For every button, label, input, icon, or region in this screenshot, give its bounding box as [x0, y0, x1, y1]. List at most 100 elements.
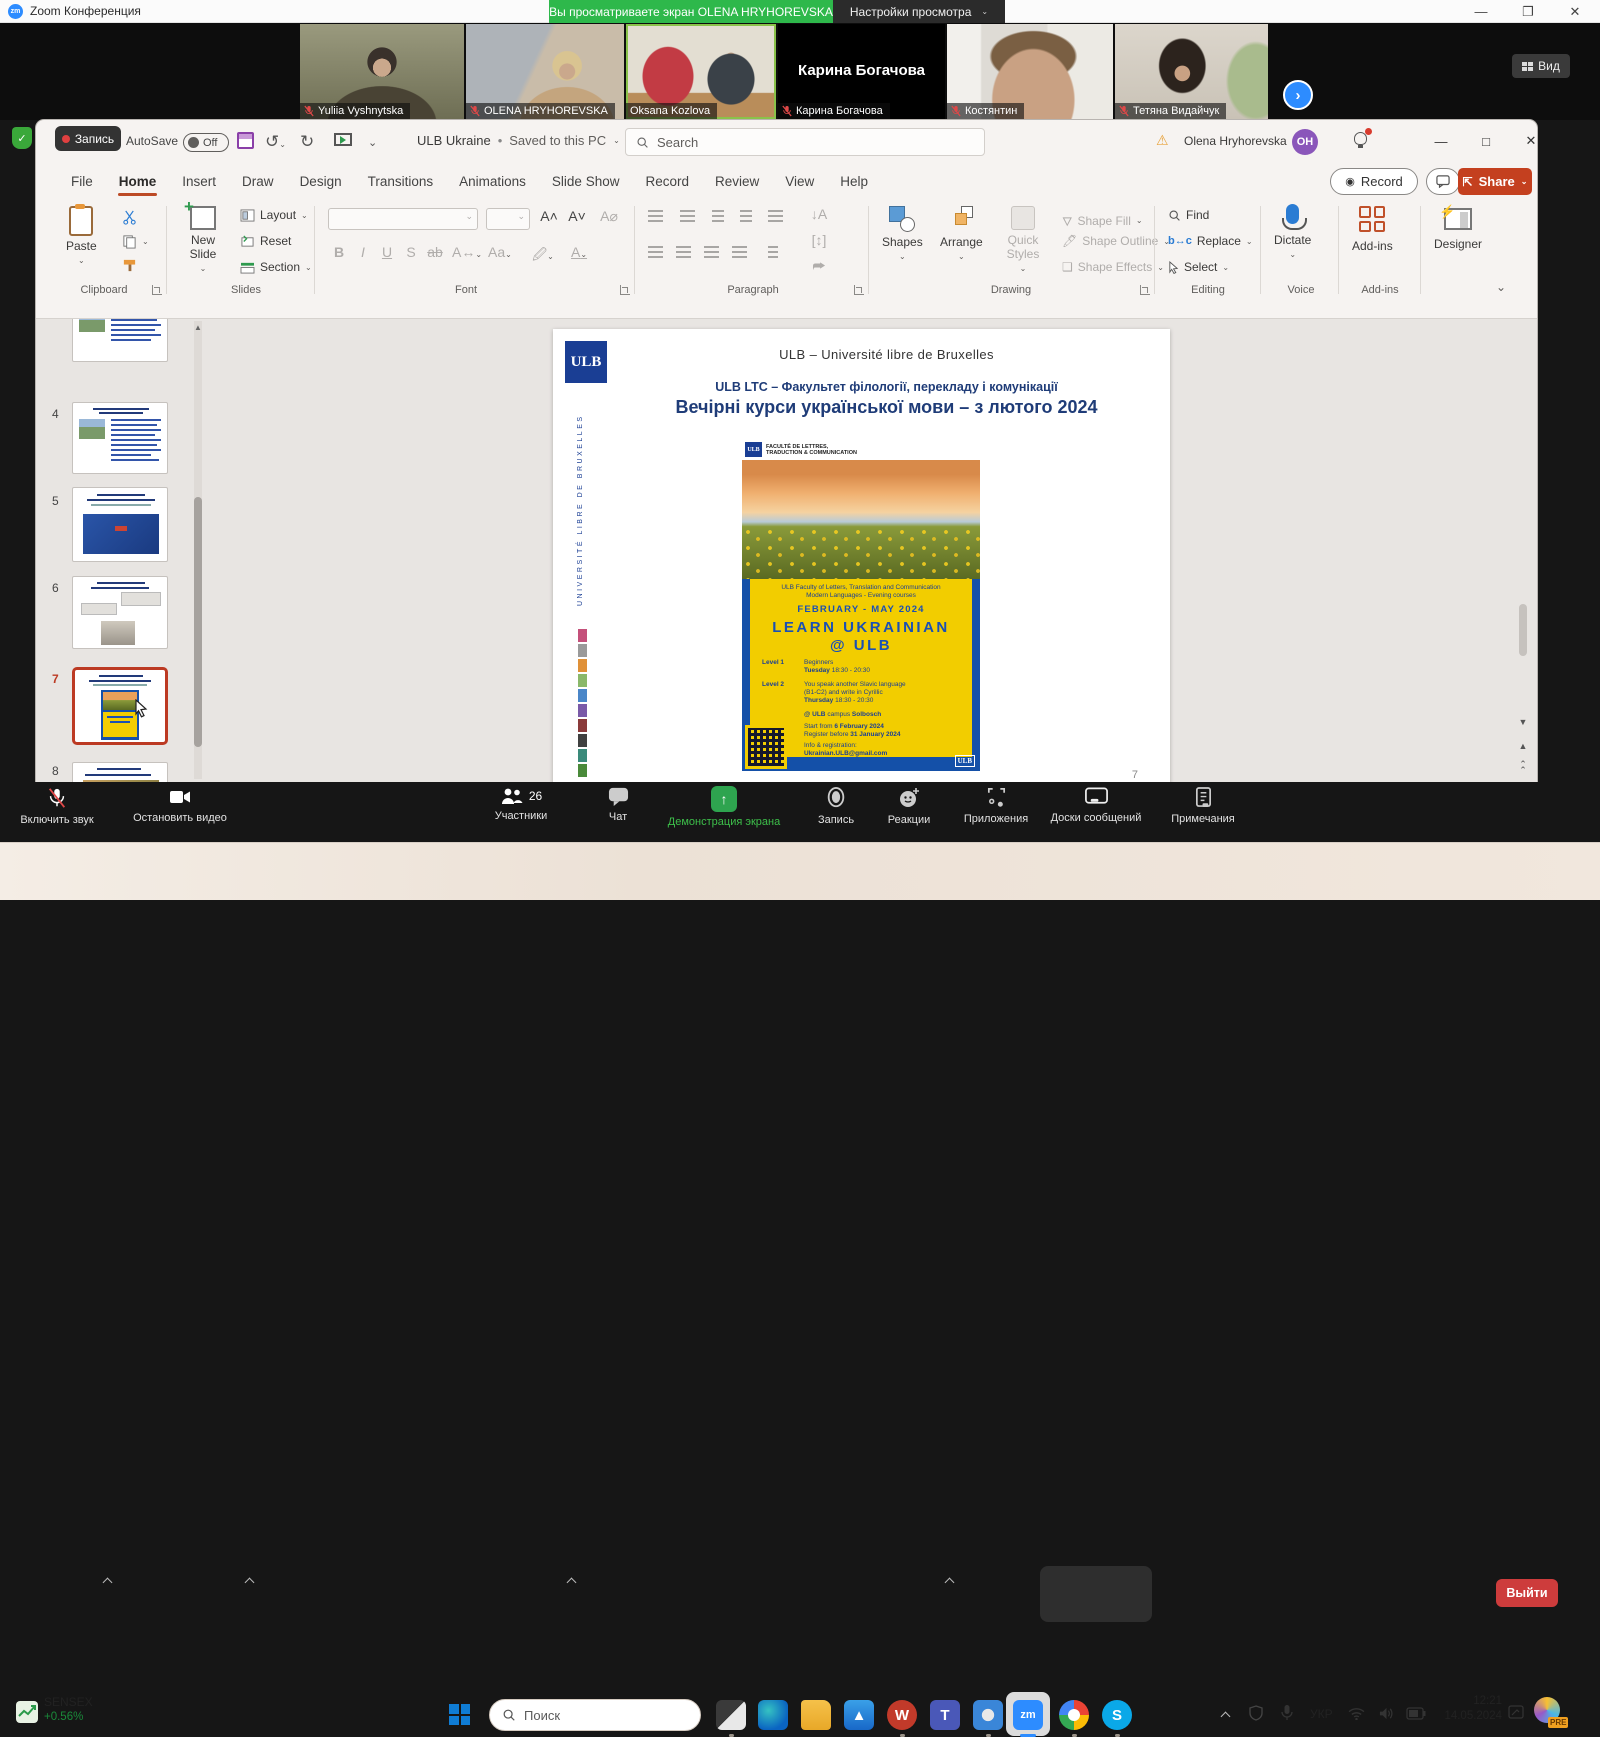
- start-slideshow-icon[interactable]: [334, 133, 352, 146]
- stop-video-button[interactable]: Остановить видео: [120, 786, 240, 824]
- video-tile-karina[interactable]: Карина Богачова Карина Богачова: [778, 24, 945, 119]
- tab-slideshow[interactable]: Slide Show: [539, 167, 633, 196]
- clock[interactable]: 12:21 14.05.2024: [1432, 1694, 1502, 1724]
- tab-animations[interactable]: Animations: [446, 167, 539, 196]
- font-size-combo[interactable]: [486, 208, 530, 230]
- account-name[interactable]: Olena Hryhorevska: [1184, 134, 1287, 148]
- start-button[interactable]: [449, 1704, 470, 1725]
- reactions-button[interactable]: Реакции: [876, 786, 942, 826]
- unmute-button[interactable]: Включить звук: [14, 786, 100, 826]
- reset-button[interactable]: Reset: [240, 234, 291, 248]
- tab-transitions[interactable]: Transitions: [355, 167, 447, 196]
- notification-center-icon[interactable]: [1508, 1704, 1524, 1720]
- align-right-button[interactable]: [704, 246, 719, 258]
- ppt-minimize-button[interactable]: —: [1425, 128, 1457, 154]
- arrange-button[interactable]: Arrange⌄: [940, 206, 983, 261]
- undo-icon[interactable]: ↺⌄: [265, 132, 286, 152]
- shapes-button[interactable]: Shapes⌄: [882, 206, 923, 261]
- avatar[interactable]: OH: [1292, 129, 1318, 155]
- tray-secure-icon[interactable]: [1248, 1705, 1264, 1721]
- clear-formatting-button[interactable]: A⌀: [598, 208, 620, 225]
- slide-thumbnail-5[interactable]: [72, 487, 168, 562]
- reactions-options-chevron[interactable]: [946, 1577, 954, 1585]
- paste-button[interactable]: Paste⌄: [66, 206, 97, 265]
- highlight-color-button[interactable]: 🖉⌄: [532, 244, 554, 268]
- close-button[interactable]: ✕: [1558, 2, 1592, 21]
- shrink-font-button[interactable]: A˅: [566, 208, 588, 224]
- italic-button[interactable]: I: [352, 244, 374, 260]
- slide-thumbnail-6[interactable]: [72, 576, 168, 649]
- replace-button[interactable]: b↔c Replace⌄: [1168, 234, 1253, 248]
- shape-effects-button[interactable]: ❑Shape Effects⌄: [1062, 260, 1164, 274]
- bold-button[interactable]: B: [328, 244, 350, 260]
- video-tile-tetiana[interactable]: Тетяна Видайчук: [1115, 24, 1268, 119]
- next-slide-button[interactable]: ⌃⌃: [1517, 761, 1529, 773]
- mail-app-icon[interactable]: ▲: [844, 1700, 874, 1730]
- chrome-icon[interactable]: [1059, 1700, 1089, 1730]
- video-tile-oksana[interactable]: Oksana Kozlova: [626, 24, 776, 119]
- ppt-close-button[interactable]: ✕: [1515, 128, 1547, 154]
- participants-options-chevron[interactable]: [568, 1577, 576, 1585]
- ppt-maximize-button[interactable]: □: [1470, 128, 1502, 154]
- numbering-button[interactable]: [680, 210, 695, 222]
- battery-icon[interactable]: [1406, 1707, 1426, 1720]
- shape-fill-button[interactable]: 🜄Shape Fill⌄: [1062, 208, 1143, 233]
- section-button[interactable]: Section⌄: [240, 260, 312, 274]
- taskbar-search[interactable]: Поиск: [489, 1699, 701, 1731]
- tray-mic-icon[interactable]: [1280, 1704, 1294, 1722]
- tab-design[interactable]: Design: [287, 167, 355, 196]
- notes-button[interactable]: Примечания: [1158, 786, 1248, 825]
- file-explorer-icon[interactable]: [801, 1700, 831, 1730]
- minimize-button[interactable]: —: [1464, 2, 1498, 21]
- smartart-button[interactable]: ⮫: [808, 258, 830, 275]
- slide-thumbnail-8[interactable]: [72, 762, 168, 782]
- line-spacing-button[interactable]: [768, 210, 783, 222]
- slide-thumbnail-4[interactable]: [72, 402, 168, 474]
- customize-qat-icon[interactable]: ⌄: [368, 136, 377, 149]
- tab-view[interactable]: View: [772, 167, 827, 196]
- format-painter-button[interactable]: [122, 258, 137, 273]
- tab-record[interactable]: Record: [632, 167, 702, 196]
- view-button[interactable]: Вид: [1512, 54, 1570, 78]
- view-settings-button[interactable]: Настройки просмотра⌄: [833, 0, 1005, 23]
- clipboard-dialog-launcher[interactable]: [152, 285, 162, 295]
- addins-button[interactable]: Add-ins: [1352, 206, 1393, 253]
- font-name-combo[interactable]: [328, 208, 478, 230]
- redo-icon[interactable]: ↻: [300, 132, 314, 152]
- font-dialog-launcher[interactable]: [620, 285, 630, 295]
- document-title[interactable]: ULB Ukraine • Saved to this PC ⌄: [417, 133, 620, 148]
- search-box[interactable]: Search: [625, 128, 985, 156]
- skype-icon[interactable]: S: [1102, 1700, 1132, 1730]
- share-button[interactable]: ⇱Share⌄: [1458, 168, 1532, 195]
- align-center-button[interactable]: [676, 246, 691, 258]
- tab-draw[interactable]: Draw: [229, 167, 287, 196]
- warning-icon[interactable]: ⚠: [1156, 132, 1169, 149]
- align-text-button[interactable]: [↕]: [808, 232, 830, 248]
- notepad-app-icon[interactable]: [716, 1700, 746, 1730]
- shadow-button[interactable]: S: [400, 244, 422, 260]
- tab-home[interactable]: Home: [106, 167, 170, 196]
- record-meeting-button[interactable]: Запись: [806, 786, 866, 826]
- audio-options-chevron[interactable]: [104, 1577, 112, 1585]
- browser-globe-icon[interactable]: [973, 1700, 1003, 1730]
- participants-button[interactable]: 26 Участники: [478, 786, 564, 822]
- font-color-button[interactable]: A⌄: [568, 244, 590, 260]
- save-icon[interactable]: [237, 132, 254, 149]
- chat-button[interactable]: Чат: [588, 786, 648, 823]
- bullets-button[interactable]: [648, 210, 663, 222]
- whiteboards-button[interactable]: Доски сообщений: [1048, 786, 1144, 824]
- comments-button[interactable]: [1426, 168, 1460, 195]
- increase-indent-button[interactable]: [740, 210, 752, 222]
- antivirus-shield-icon[interactable]: ✓: [12, 127, 32, 149]
- stock-name[interactable]: SENSEX: [44, 1695, 93, 1709]
- zoom-taskbar-icon[interactable]: zm: [1013, 1700, 1043, 1730]
- video-options-chevron[interactable]: [246, 1577, 254, 1585]
- designer-button[interactable]: Designer: [1434, 208, 1482, 251]
- tray-overflow-chevron[interactable]: [1222, 1711, 1230, 1719]
- scroll-up-arrow[interactable]: ▲: [194, 323, 202, 332]
- change-case-button[interactable]: Aa⌄: [488, 244, 510, 260]
- wifi-icon[interactable]: [1348, 1707, 1365, 1720]
- drawing-dialog-launcher[interactable]: [1140, 285, 1150, 295]
- quick-styles-button[interactable]: Quick Styles⌄: [1000, 206, 1046, 273]
- layout-button[interactable]: Layout⌄: [240, 208, 308, 222]
